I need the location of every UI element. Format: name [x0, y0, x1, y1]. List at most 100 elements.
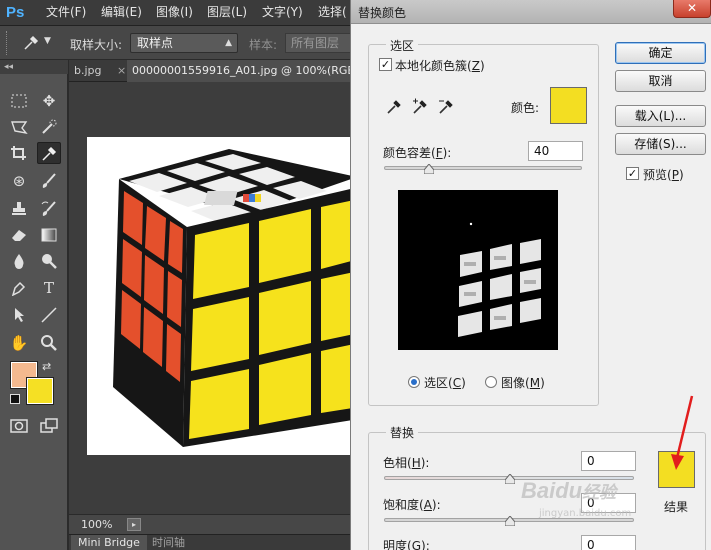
color-label: 颜色: — [511, 101, 540, 115]
hand-icon[interactable]: ✋ — [7, 332, 31, 354]
lightness-input[interactable]: 0 — [581, 535, 636, 550]
selection-radio-key: C — [452, 376, 462, 390]
canvas-area[interactable] — [69, 82, 359, 514]
menu-layer[interactable]: 图层(L) — [207, 4, 247, 20]
sample-size-label: 取样大小: — [70, 38, 123, 52]
preview-label[interactable]: 预览(P) — [643, 166, 684, 183]
lasso-icon[interactable] — [7, 116, 31, 138]
zoom-icon[interactable] — [37, 332, 61, 354]
line-icon[interactable] — [37, 304, 61, 326]
dialog-title-bar[interactable]: 替换颜色 ✕ — [351, 0, 711, 24]
selection-color-swatch[interactable] — [550, 87, 587, 124]
cancel-button[interactable]: 取消 — [615, 70, 706, 92]
dodge-icon[interactable] — [37, 250, 61, 272]
hue-input[interactable]: 0 — [581, 451, 636, 471]
load-button[interactable]: 载入(L)... — [615, 105, 706, 127]
collapse-icon[interactable]: ◂◂ — [0, 60, 68, 74]
default-colors-icon[interactable] — [10, 394, 20, 404]
fuzziness-label-text: 颜色容差 — [383, 146, 432, 160]
pen-icon[interactable] — [7, 277, 31, 299]
selection-group-label: 选区 — [386, 37, 419, 54]
fuzziness-key: F — [435, 146, 443, 160]
localized-label[interactable]: 本地化颜色簇(Z) — [395, 57, 485, 74]
marquee-icon[interactable] — [7, 90, 31, 112]
replacement-group-label: 替换 — [386, 424, 419, 441]
watermark-url: jingyan.baidu.com — [539, 508, 632, 519]
tab-active-document[interactable]: 00000001559916_A01.jpg @ 100%(RGB — [127, 60, 359, 82]
stamp-icon[interactable] — [7, 198, 31, 220]
close-button[interactable]: ✕ — [673, 0, 711, 18]
localized-label-text: 本地化颜色簇 — [395, 59, 468, 73]
eyedropper-icon[interactable] — [385, 97, 403, 115]
zoom-level[interactable]: 100% — [81, 518, 112, 531]
tab-b-jpg[interactable]: b.jpg — [69, 60, 117, 82]
fuzziness-slider-track[interactable] — [384, 166, 582, 170]
eyedropper-plus-icon[interactable] — [411, 97, 429, 115]
watermark-brand: Baidu — [521, 478, 583, 503]
ps-logo: Ps — [6, 4, 25, 21]
quick-mask-icon[interactable] — [7, 415, 31, 437]
save-button[interactable]: 存储(S)... — [615, 133, 706, 155]
gradient-icon[interactable] — [37, 224, 61, 246]
tab-b-jpg-label: b.jpg — [74, 64, 102, 77]
menu-file[interactable]: 文件(F) — [46, 4, 86, 20]
selection-radio-label[interactable]: 选区(C) — [424, 374, 466, 391]
preview-key: P — [671, 168, 679, 182]
tab-active-label: 00000001559916_A01.jpg @ 100%(RGB — [132, 64, 355, 77]
fuzziness-slider-thumb[interactable] — [423, 164, 434, 174]
preview-checkbox[interactable]: ✓ — [626, 167, 639, 180]
sample-select[interactable]: 所有图层 — [285, 33, 355, 53]
blur-icon[interactable] — [7, 250, 31, 272]
history-brush-icon[interactable] — [37, 198, 61, 220]
eyedropper-icon[interactable] — [22, 35, 40, 51]
status-bar: 100% ▸ — [69, 514, 359, 534]
eraser-icon[interactable] — [7, 224, 31, 246]
crop-icon[interactable] — [7, 142, 31, 164]
tab-timeline[interactable]: 时间轴 — [145, 535, 192, 550]
rubiks-cube-image — [113, 149, 359, 447]
menu-type[interactable]: 文字(Y) — [262, 4, 303, 20]
chevron-down-icon[interactable]: ▼ — [44, 36, 51, 46]
menu-edit[interactable]: 编辑(E) — [101, 4, 142, 20]
fuzziness-input[interactable]: 40 — [528, 141, 583, 161]
saturation-label-text: 饱和度 — [383, 498, 420, 512]
selection-radio[interactable] — [408, 376, 420, 388]
image-radio-label[interactable]: 图像(M) — [501, 374, 545, 391]
type-icon[interactable]: T — [37, 277, 61, 299]
move-icon[interactable]: ✥ — [37, 90, 61, 112]
lightness-label: 明度(G): — [383, 537, 430, 550]
saturation-key: A — [423, 498, 432, 512]
screen-mode-icon[interactable] — [37, 415, 61, 437]
path-select-icon[interactable] — [7, 304, 31, 326]
tab-mini-bridge[interactable]: Mini Bridge — [71, 535, 147, 550]
tab-close-icon[interactable]: × — [117, 60, 127, 82]
hue-label-text: 色相 — [383, 456, 408, 470]
tools-panel: ◂◂ ✥ ⊛ T ✋ ⇄ — [0, 60, 68, 550]
fuzziness-label: 颜色容差(F): — [383, 146, 452, 160]
image-radio[interactable] — [485, 376, 497, 388]
healing-icon[interactable]: ⊛ — [7, 170, 31, 192]
menu-select[interactable]: 选择( — [318, 4, 347, 20]
swap-colors-icon[interactable]: ⇄ — [42, 360, 51, 373]
quick-select-icon[interactable] — [37, 116, 61, 138]
localized-checkbox[interactable]: ✓ — [379, 58, 392, 71]
options-grip — [6, 31, 8, 55]
document-image[interactable] — [87, 137, 359, 455]
menu-image[interactable]: 图像(I) — [156, 4, 193, 20]
hue-slider-thumb[interactable] — [505, 474, 515, 484]
eyedropper-minus-icon[interactable] — [437, 97, 455, 115]
image-radio-key: M — [529, 376, 541, 390]
ok-button[interactable]: 确定 — [615, 42, 706, 64]
hue-label: 色相(H): — [383, 456, 430, 470]
saturation-slider-thumb[interactable] — [505, 516, 515, 526]
eyedropper-tool-icon[interactable] — [37, 142, 61, 164]
bottom-panel-tabs: Mini Bridge 时间轴 — [69, 534, 359, 550]
brush-icon[interactable] — [37, 170, 61, 192]
lightness-label-text: 明度 — [383, 539, 408, 550]
background-color-swatch[interactable] — [26, 377, 54, 405]
status-menu-icon[interactable]: ▸ — [127, 518, 141, 531]
result-label: 结果 — [664, 500, 689, 514]
selection-preview[interactable] — [398, 190, 558, 350]
sample-size-select[interactable]: 取样点 ▲ — [130, 33, 238, 53]
select-arrows-icon: ▲ — [225, 38, 232, 48]
